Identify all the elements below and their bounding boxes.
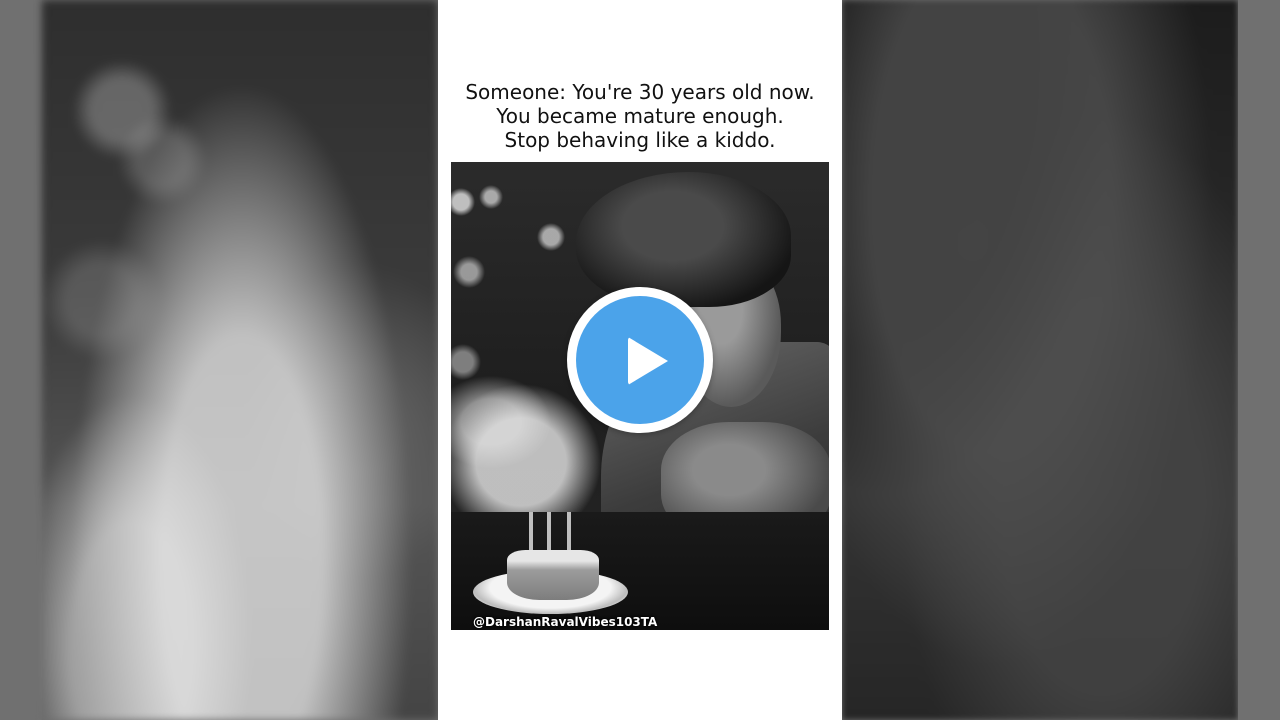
letterbox-left: [0, 0, 42, 720]
candles: [521, 512, 586, 554]
caption-line-2: You became mature enough.: [496, 104, 784, 128]
video-player[interactable]: Someone: You're 30 years old now. You be…: [0, 0, 1280, 720]
person-hair: [576, 172, 791, 307]
blurred-background-left: [42, 0, 438, 720]
play-button[interactable]: [567, 287, 713, 433]
watermark-label: @DarshanRavalVibes103TA: [473, 615, 658, 629]
play-button-circle[interactable]: [576, 296, 704, 424]
letterbox-right: [1238, 0, 1280, 720]
caption-line-1: Someone: You're 30 years old now.: [465, 80, 815, 104]
caption-line-3: Stop behaving like a kiddo.: [504, 128, 776, 152]
birthday-cake: [507, 550, 599, 600]
blurred-background-right: [842, 0, 1238, 720]
caption-text: Someone: You're 30 years old now. You be…: [438, 80, 842, 152]
play-icon[interactable]: [628, 337, 668, 385]
